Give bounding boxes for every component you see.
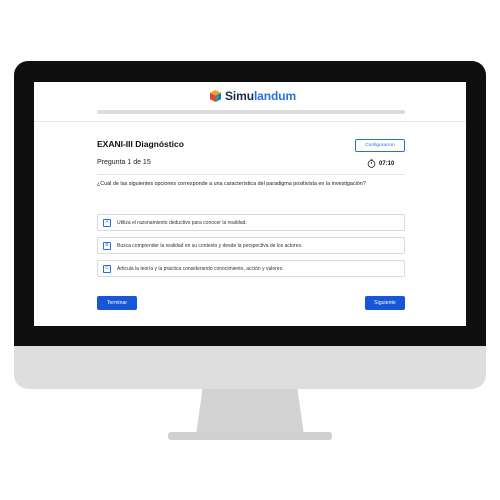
cube-logo-icon — [210, 90, 221, 102]
question-counter: Pregunta 1 de 15 — [97, 159, 151, 166]
exam-progress-bar — [97, 110, 405, 114]
option-letter-badge: C — [103, 264, 111, 273]
brand-name-part2: landum — [253, 89, 297, 103]
question-text: ¿Cuál de las siguientes opciones corresp… — [97, 181, 366, 187]
answer-option-b[interactable]: B Busca comprender la realidad en su con… — [97, 237, 405, 254]
brand-logo[interactable]: Simulandum — [210, 89, 296, 103]
stopwatch-icon — [367, 159, 376, 168]
terminar-button[interactable]: Terminar — [97, 296, 137, 310]
config-button[interactable]: Configuracion — [355, 139, 405, 152]
monitor-chin — [14, 346, 486, 389]
brand-name-part1: Simu — [225, 89, 254, 103]
app-screen: Simulandum EXANI-III Diagnóstico Configu… — [34, 82, 466, 326]
option-text: Utiliza el razonamiento deductivo para c… — [117, 219, 247, 226]
option-text: Articula la teoría y la práctica conside… — [117, 265, 284, 272]
exam-title: EXANI-III Diagnóstico — [97, 139, 184, 149]
answer-option-a[interactable]: A Utiliza el razonamiento deductivo para… — [97, 214, 405, 231]
monitor-stand-neck — [196, 389, 304, 435]
monitor-stand-base — [168, 432, 332, 440]
answer-option-c[interactable]: C Articula la teoría y la práctica consi… — [97, 260, 405, 277]
option-letter-badge: A — [103, 218, 111, 227]
monitor-mockup: Simulandum EXANI-III Diagnóstico Configu… — [0, 0, 500, 500]
divider — [97, 174, 405, 175]
siguiente-button[interactable]: Siguiente — [365, 296, 405, 310]
app-header: Simulandum — [34, 82, 466, 122]
timer: 07:10 — [367, 159, 394, 168]
timer-value: 07:10 — [379, 160, 395, 167]
option-text: Busca comprender la realidad en su conte… — [117, 242, 303, 249]
option-letter-badge: B — [103, 241, 111, 250]
